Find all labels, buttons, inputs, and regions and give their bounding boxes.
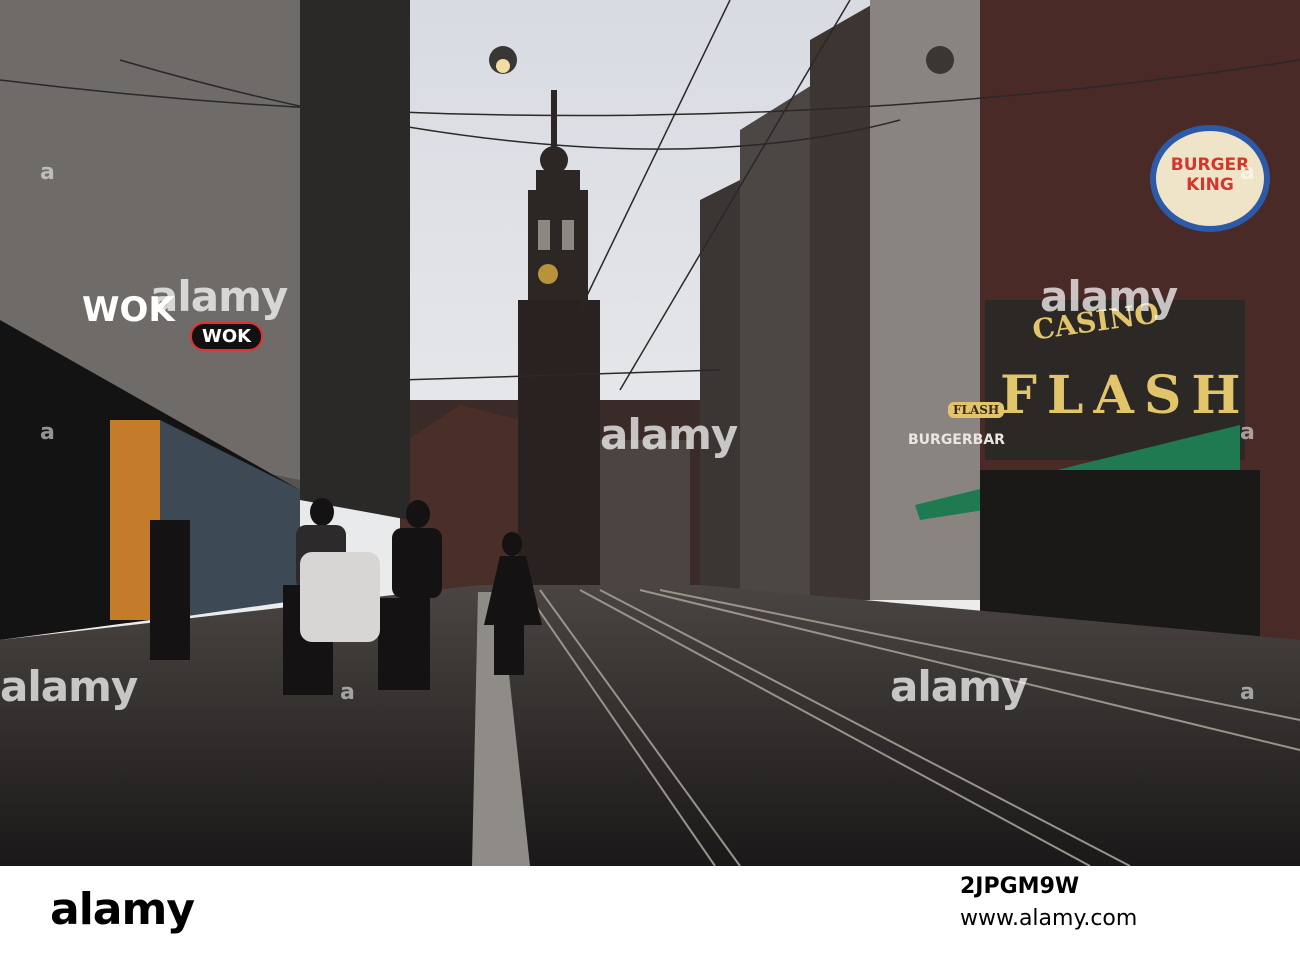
- right-building-3: [810, 0, 880, 600]
- flash-sign: FLASH: [1000, 365, 1251, 426]
- watermark-top-left: alamy: [150, 272, 288, 321]
- street-lamp-light: [496, 59, 510, 73]
- watermark-mark-5: a: [340, 680, 355, 705]
- burgerbar-sign: BURGERBAR: [908, 432, 1005, 448]
- watermark-bottom-left: alamy: [0, 662, 138, 711]
- footer-url: www.alamy.com: [960, 906, 1138, 931]
- footer-image-id: 2JPGM9W: [960, 874, 1080, 899]
- right-building-2: [740, 80, 820, 600]
- watermark-mark-1: a: [40, 420, 55, 445]
- watermark-mark-6: a: [1240, 680, 1255, 705]
- watermark-mark-3: a: [40, 160, 55, 185]
- flash-small-sign: FLASH: [948, 402, 1005, 418]
- stock-footer: alamy 2JPGM9W www.alamy.com: [0, 866, 1300, 956]
- left-building-far: [300, 0, 410, 520]
- footer-logo: alamy: [50, 884, 195, 935]
- white-car: [300, 552, 380, 642]
- watermark-top-right: alamy: [1040, 272, 1178, 321]
- casino-shopfront: [980, 470, 1260, 640]
- watermark-mark-2: a: [1240, 420, 1255, 445]
- watermark-center: alamy: [600, 410, 738, 459]
- far-building-right: [600, 440, 690, 590]
- wok-badge-sign: WOK: [190, 322, 264, 351]
- street-lamp: [926, 46, 954, 74]
- street-photo: WOK WOK BURGER KING CASINO FLASH FLASH B…: [0, 0, 1300, 866]
- watermark-mark-4: a: [1240, 160, 1255, 185]
- watermark-bottom-center: alamy: [890, 662, 1028, 711]
